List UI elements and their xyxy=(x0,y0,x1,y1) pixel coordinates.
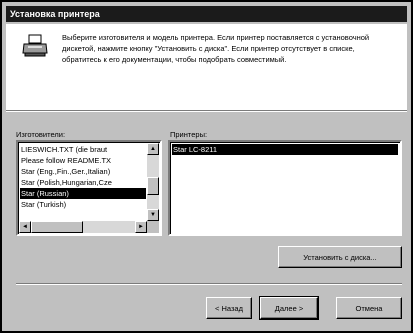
printers-list[interactable]: Star LC-8211 xyxy=(168,140,402,236)
back-button[interactable]: < Назад xyxy=(206,297,252,319)
list-item[interactable]: Star (Polish,Hungarian,Cze xyxy=(20,177,146,188)
list-item[interactable]: Please follow README.TX xyxy=(20,155,146,166)
vscroll-thumb[interactable] xyxy=(147,177,159,195)
cancel-button[interactable]: Отмена xyxy=(336,297,402,319)
scroll-down-icon[interactable]: ▼ xyxy=(147,209,159,221)
add-printer-dialog: Установка принтера Выберите изготовителя… xyxy=(0,0,413,333)
printer-icon xyxy=(22,34,48,57)
list-item[interactable]: Star (Eng.,Fin.,Ger.,Italian) xyxy=(20,166,146,177)
list-item[interactable]: Star LC-8211 xyxy=(172,144,398,155)
hscroll-thumb[interactable] xyxy=(31,221,83,233)
scroll-right-icon[interactable]: ► xyxy=(135,221,147,233)
printers-label: Принтеры: xyxy=(170,130,208,139)
manufacturers-label: Изготовители: xyxy=(16,130,66,139)
list-item[interactable]: Star (Russian) xyxy=(20,188,146,199)
list-item[interactable]: Star (Turkish) xyxy=(20,199,146,210)
title-bar: Установка принтера xyxy=(6,6,407,22)
scroll-corner xyxy=(147,221,159,233)
next-button[interactable]: Далее > xyxy=(259,296,319,320)
manufacturers-list[interactable]: LIESWICH.TXT (die braut Please follow REA… xyxy=(16,140,162,236)
header-divider xyxy=(6,110,407,112)
manufacturers-items: LIESWICH.TXT (die braut Please follow REA… xyxy=(20,144,146,210)
list-item[interactable]: LIESWICH.TXT (die braut xyxy=(20,144,146,155)
scroll-up-icon[interactable]: ▲ xyxy=(147,143,159,155)
manufacturers-hscroll[interactable]: ◄ ► xyxy=(19,221,147,233)
intro-text: Выберите изготовителя и модель принтера.… xyxy=(62,33,370,64)
footer-divider xyxy=(16,283,402,285)
manufacturers-vscroll[interactable]: ▲ ▼ xyxy=(147,143,159,221)
have-disk-button[interactable]: Установить с диска... xyxy=(278,246,402,268)
printers-items: Star LC-8211 xyxy=(172,144,398,155)
scroll-left-icon[interactable]: ◄ xyxy=(19,221,31,233)
